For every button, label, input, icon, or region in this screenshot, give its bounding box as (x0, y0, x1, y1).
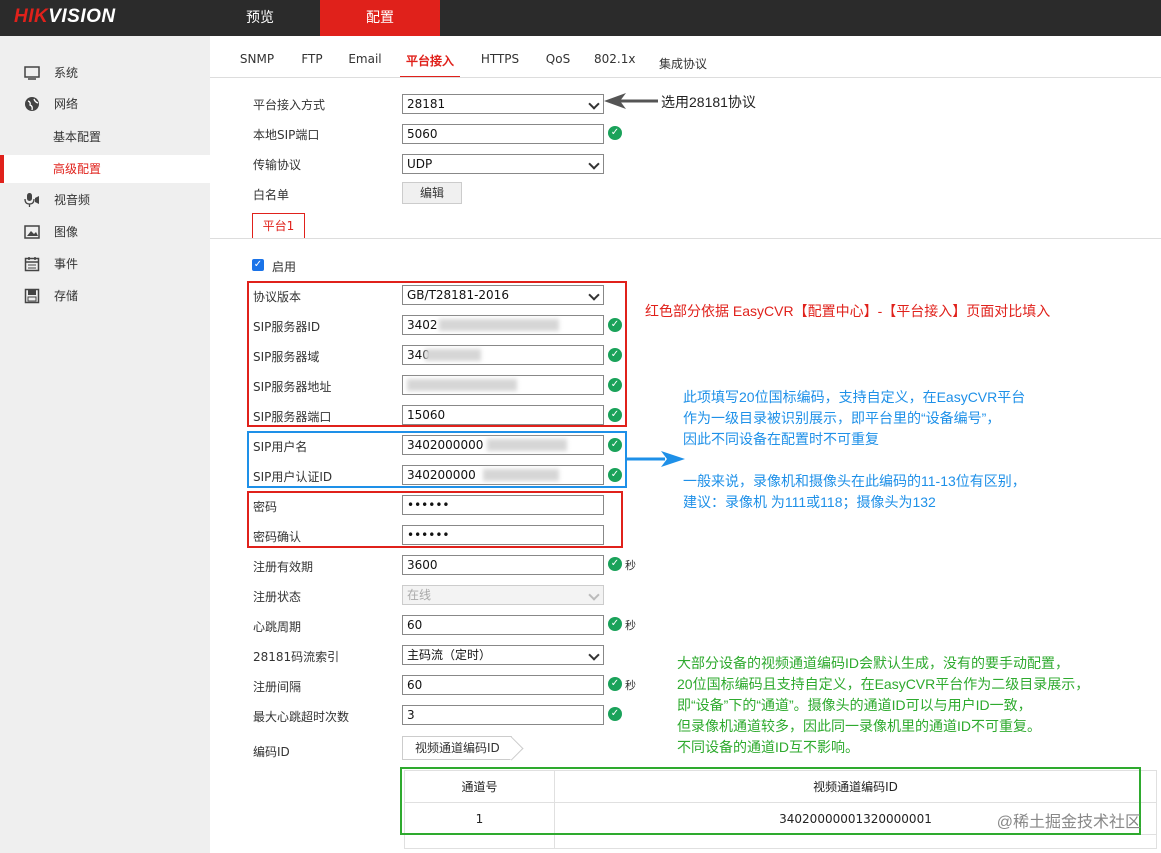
reg-status-select: 在线 (402, 585, 604, 605)
tab-config[interactable]: 配置 (320, 0, 440, 36)
tab-qos[interactable]: QoS (543, 52, 573, 78)
arrow-right-icon (627, 451, 685, 467)
sidebar-item-video-audio[interactable]: 视音频 (0, 186, 210, 214)
sidebar-item-label: 图像 (54, 225, 79, 239)
enable-checkbox[interactable]: ✓ (252, 259, 264, 271)
green-note-line: 大部分设备的视频通道编码ID会默认生成，没有的要手动配置， (677, 655, 1069, 671)
stream-index-select[interactable]: 主码流（定时） (402, 645, 604, 665)
sidebar-item-event[interactable]: 事件 (0, 250, 210, 278)
red-highlight-box (247, 491, 623, 548)
blue-note-line: 一般来说，录像机和摄像头在此编码的11-13位有区别， (683, 473, 1026, 489)
check-icon: ✓ (608, 707, 622, 721)
check-icon: ✓ (608, 126, 622, 140)
tab-8021x[interactable]: 802.1x (594, 52, 635, 78)
platform-tab-divider (210, 238, 1161, 239)
green-note-line: 20位国标编码且支持自定义，在EasyCVR平台作为二级目录展示， (677, 676, 1090, 692)
sidebar-item-label: 网络 (54, 97, 79, 111)
tab-https[interactable]: HTTPS (478, 52, 522, 78)
sip-port-input[interactable]: 5060 (402, 124, 604, 144)
tab-email[interactable]: Email (347, 52, 383, 78)
heartbeat-input[interactable]: 60 (402, 615, 604, 635)
green-note-line: 不同设备的通道ID互不影响。 (677, 739, 859, 755)
red-highlight-box (247, 281, 627, 427)
sidebar-item-label: 事件 (54, 257, 79, 271)
whitelist-label: 白名单 (253, 188, 290, 202)
disk-icon (24, 288, 40, 304)
unit-seconds: 秒 (625, 559, 636, 572)
blue-note-line: 因此不同设备在配置时不可重复 (683, 431, 879, 447)
sidebar-item-label: 视音频 (54, 193, 91, 207)
encode-id-label: 编码ID (253, 745, 290, 759)
check-icon: ✓ (608, 557, 622, 571)
tab-preview[interactable]: 预览 (210, 0, 310, 36)
whitelist-edit-button[interactable]: 编辑 (402, 182, 462, 204)
sidebar-item-advanced-config[interactable]: 高级配置 (0, 155, 210, 183)
sidebar-item-system[interactable]: 系统 (0, 59, 210, 87)
sidebar-item-image[interactable]: 图像 (0, 218, 210, 246)
access-mode-label: 平台接入方式 (253, 98, 326, 112)
sidebar-item-storage[interactable]: 存储 (0, 282, 210, 310)
tab-platform-access[interactable]: 平台接入 (400, 52, 460, 78)
check-icon: ✓ (608, 617, 622, 631)
microphone-icon (24, 193, 39, 207)
monitor-icon (24, 66, 40, 80)
transport-select[interactable]: UDP (402, 154, 604, 174)
hikvision-logo: HIKVISION (14, 6, 116, 27)
blue-note-line: 建议：录像机 为111或118；摄像头为132 (683, 494, 936, 510)
sidebar-item-label: 存储 (54, 289, 79, 303)
access-mode-select[interactable]: 28181 (402, 94, 604, 114)
reg-validity-label: 注册有效期 (253, 560, 314, 574)
unit-seconds: 秒 (625, 679, 636, 692)
arrow-left-icon (604, 93, 658, 109)
max-timeout-label: 最大心跳超时次数 (253, 710, 350, 724)
green-note-line: 即“设备”下的“通道”。摄像头的通道ID可以与用户ID一致， (677, 697, 1032, 713)
blue-highlight-box (247, 431, 627, 488)
calendar-icon (24, 257, 40, 272)
reg-status-label: 注册状态 (253, 590, 302, 604)
tab-divider (210, 77, 1161, 78)
stream-index-label: 28181码流索引 (253, 650, 340, 664)
sidebar-item-basic-config[interactable]: 基本配置 (0, 123, 210, 151)
sip-port-label: 本地SIP端口 (253, 128, 320, 142)
tab-video-channel-id[interactable]: 视频通道编码ID (402, 736, 512, 760)
blue-note-line: 此项填写20位国标编码，支持自定义，在EasyCVR平台 (683, 389, 1026, 405)
red-note: 红色部分依据 EasyCVR【配置中心】-【平台接入】页面对比填入 (645, 303, 1051, 319)
sidebar-item-label: 系统 (54, 66, 79, 80)
watermark: @稀土掘金技术社区 (996, 814, 1141, 831)
sidebar-item-label: 基本配置 (53, 130, 102, 144)
tab-ftp[interactable]: FTP (297, 52, 327, 78)
sidebar: 系统 网络 基本配置 高级配置 视音频 图像 事件 存储 (0, 36, 210, 853)
arrow-note: 选用28181协议 (661, 94, 756, 110)
check-icon: ✓ (608, 677, 622, 691)
image-icon (24, 225, 40, 239)
table-row (404, 834, 1157, 849)
green-note-line: 但录像机通道较多，因此同一录像机里的通道ID不可重复。 (677, 718, 1041, 734)
transport-label: 传输协议 (253, 158, 302, 172)
reg-interval-label: 注册间隔 (253, 680, 302, 694)
sidebar-item-label: 高级配置 (53, 162, 102, 176)
tab-snmp[interactable]: SNMP (238, 52, 276, 78)
reg-interval-input[interactable]: 60 (402, 675, 604, 695)
sidebar-item-network[interactable]: 网络 (0, 90, 210, 118)
unit-seconds: 秒 (625, 619, 636, 632)
globe-icon (25, 97, 39, 111)
blue-note-line: 作为一级目录被识别展示，即平台里的“设备编号”， (683, 410, 1001, 426)
reg-validity-input[interactable]: 3600 (402, 555, 604, 575)
tab-platform-1[interactable]: 平台1 (252, 213, 305, 239)
enable-label: 启用 (272, 260, 297, 274)
top-bar: HIKVISION 预览 配置 (0, 0, 1161, 36)
heartbeat-label: 心跳周期 (253, 620, 302, 634)
max-timeout-input[interactable]: 3 (402, 705, 604, 725)
